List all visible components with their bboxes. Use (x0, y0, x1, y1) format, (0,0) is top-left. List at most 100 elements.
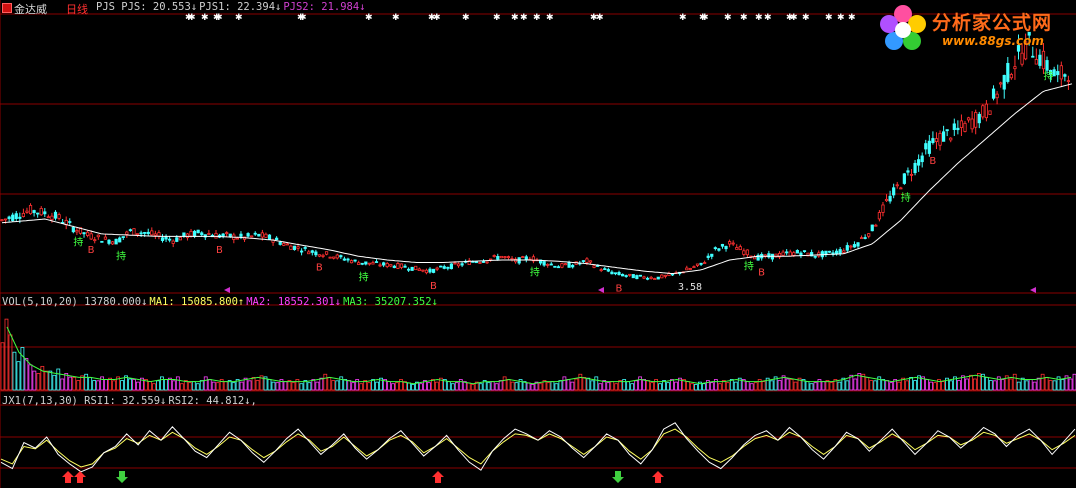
volume-bar-85-2 (1024, 380, 1029, 391)
volume-bar-48-2 (582, 376, 587, 391)
candle-body-201 (717, 248, 721, 251)
volume-bar-44-0 (526, 382, 531, 391)
volume-bar-59-1 (709, 382, 714, 391)
candle-body-282 (1006, 62, 1010, 82)
candle-body-180 (642, 276, 646, 279)
volume-bar-42-1 (506, 379, 511, 391)
candle-body-246 (877, 212, 882, 220)
candle-body-44 (157, 232, 161, 237)
candle-body-296 (1056, 71, 1060, 76)
candle-body-298 (1063, 74, 1067, 77)
candle-body-283 (1009, 74, 1013, 79)
system-menu-icon[interactable] (2, 3, 12, 13)
candle-body-52 (185, 233, 190, 239)
candle-body-79 (282, 242, 286, 246)
signal-star-17: ✱ (546, 13, 554, 23)
volume-bar-28-2 (343, 379, 348, 391)
volume-bar-38-0 (454, 382, 459, 391)
volume-bar-75-2 (905, 380, 910, 391)
candle-body-243 (867, 233, 871, 237)
candle-body-54 (192, 230, 197, 237)
candle-body-111 (396, 263, 400, 269)
candle-body-257 (917, 159, 921, 166)
volume-bar-65-0 (777, 380, 782, 391)
candle-body-207 (738, 246, 742, 251)
signal-star-16: ✱ (533, 13, 541, 23)
signal-star-29: ✱ (802, 13, 810, 23)
candle-body-169 (603, 268, 607, 271)
candle-body-19 (68, 221, 72, 223)
candle-body-238 (849, 245, 853, 248)
signal-star-15: ✱ (520, 13, 528, 23)
candle-body-107 (382, 262, 386, 266)
volume-bar-6-2 (80, 375, 85, 391)
candle-body-137 (489, 258, 493, 261)
candle-body-63 (225, 232, 229, 235)
rsi-arrow-0 (62, 471, 74, 483)
candle-body-36 (128, 229, 132, 232)
volume-bar-33-0 (395, 382, 399, 391)
volume-bar-39-0 (466, 382, 471, 391)
candle-body-43 (153, 233, 157, 236)
candle-body-85 (303, 247, 307, 249)
candle-body-273 (974, 112, 978, 128)
volume-bar-7-0 (84, 373, 89, 391)
volume-bar-82-1 (984, 376, 989, 391)
candle-body-66 (235, 237, 239, 240)
candle-body-2 (7, 216, 11, 220)
volume-bar-53-1 (638, 376, 643, 391)
candle-body-196 (699, 262, 703, 265)
volume-bar-27-2 (331, 380, 336, 391)
candle-body-254 (906, 170, 910, 173)
volume-bar-64-1 (769, 380, 774, 391)
period-label[interactable]: 日线 (66, 1, 88, 17)
candle-body-147 (524, 256, 528, 261)
candle-body-206 (735, 247, 739, 250)
signal-star-32: ✱ (848, 13, 856, 23)
candle-body-86 (307, 251, 311, 255)
volume-bar-62-1 (745, 381, 750, 391)
candle-body-20 (71, 226, 75, 233)
candle-body-102 (364, 261, 368, 265)
volume-bar-21-0 (251, 376, 256, 391)
candle-body-204 (728, 241, 732, 245)
candle-body-225 (802, 250, 807, 253)
candle-body-82 (292, 245, 297, 251)
signal-star-5: ✱ (235, 13, 243, 23)
volume-bar-7-1 (88, 376, 93, 391)
volume-bar-16-1 (195, 383, 200, 391)
candle-body-172 (613, 272, 618, 275)
volume-bar-32-2 (391, 383, 395, 391)
volume-bar-49-2 (594, 376, 599, 391)
volume-bar-67-2 (809, 383, 814, 391)
watermark-title: 分析家公式网 (932, 12, 1053, 34)
candle-body-72 (257, 233, 261, 237)
candle-body-160 (571, 264, 575, 268)
candle-body-87 (310, 250, 314, 253)
volume-bar-57-1 (686, 381, 690, 391)
volume-bar-81-0 (969, 374, 973, 391)
volume-bar-30-0 (359, 383, 364, 391)
candle-body-100 (357, 262, 361, 265)
volume-bar-74-1 (889, 382, 894, 391)
candle-body-290 (1034, 59, 1038, 65)
candle-body-270 (963, 122, 967, 132)
period-marker-1 (598, 287, 604, 293)
candle-body-109 (389, 264, 393, 267)
signal-star-1: ✱ (188, 13, 196, 23)
price-signal-2: 持 (116, 249, 126, 262)
candle-body-170 (606, 269, 610, 272)
rsi-arrow-1 (74, 471, 86, 483)
candle-body-96 (342, 258, 347, 261)
rsi-arrow-4 (612, 471, 624, 483)
volume-bar-77-1 (925, 379, 929, 391)
volume-bar-0-0 (0, 342, 5, 391)
volume-bar-56-1 (674, 381, 678, 391)
candle-body-268 (956, 127, 960, 131)
candle-body-51 (182, 232, 186, 237)
volume-bar-0-1 (4, 318, 9, 391)
volume-bar-36-0 (430, 379, 435, 391)
volume-bar-50-2 (606, 382, 611, 391)
volume-bar-2-2 (32, 370, 37, 391)
price-signal-labels: 持B持BB持B持B持B持B持 (73, 69, 1053, 294)
